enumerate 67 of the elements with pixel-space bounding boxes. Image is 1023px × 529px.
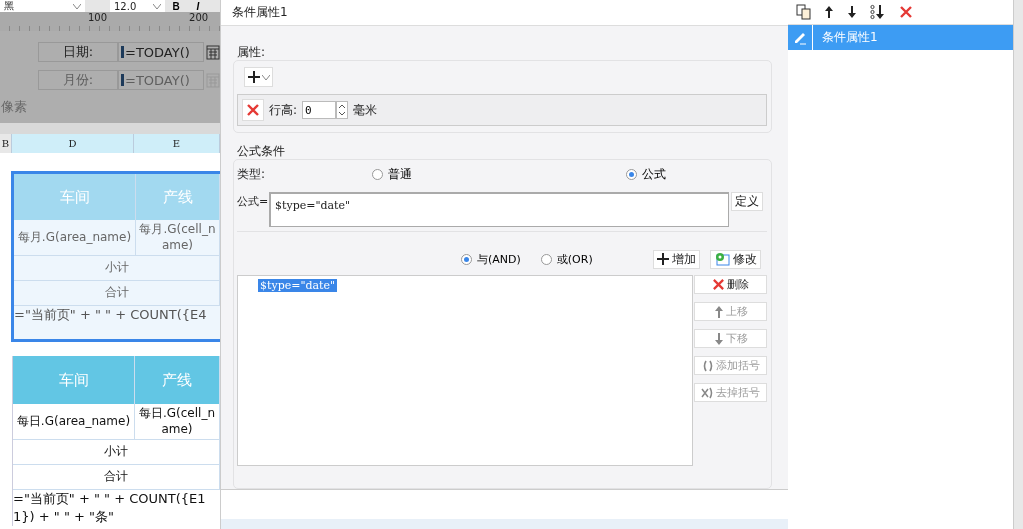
- parameter-label: 日期:: [38, 42, 118, 62]
- table-cell: 每日.G(cell_name): [135, 404, 220, 440]
- down-arrow-icon: [713, 331, 724, 346]
- delete-icon: [246, 103, 260, 117]
- caret-icon: [262, 74, 270, 80]
- move-to-bottom-icon[interactable]: [870, 4, 886, 20]
- add-property-button[interactable]: [244, 67, 273, 87]
- type-radio[interactable]: 普通: [372, 166, 626, 183]
- remove-brackets-icon: [701, 386, 714, 399]
- parameter-label: 月份:: [38, 70, 118, 90]
- delete-icon: [712, 278, 725, 291]
- parameter-field[interactable]: =TODAY(): [118, 42, 204, 62]
- formula-field[interactable]: $type="date": [269, 192, 729, 227]
- plus-icon: [247, 70, 261, 84]
- column-header[interactable]: D: [12, 134, 134, 153]
- logic-radio[interactable]: 或(OR): [540, 251, 593, 267]
- table-cell: 每月.G(area_name): [14, 220, 136, 256]
- header-cell: 产线: [135, 356, 220, 404]
- scrollbar[interactable]: [1014, 0, 1023, 529]
- caret-icon: [153, 3, 161, 9]
- row-height-field[interactable]: 0: [302, 101, 337, 119]
- formula-text: ="当前页" + " " + COUNT({E1: [13, 490, 207, 508]
- header-cell: 车间: [13, 356, 135, 404]
- section-legend: 属性:: [233, 46, 772, 58]
- modify-button[interactable]: 修改: [709, 249, 761, 269]
- table-cell: 每月.G(cell_name): [136, 220, 220, 256]
- dialog-title: 条件属性1: [221, 0, 788, 26]
- spinner-icon[interactable]: [336, 101, 349, 119]
- define-button[interactable]: 定义: [731, 192, 763, 211]
- delete-icon: [899, 5, 913, 19]
- formula-text: ="当前页" + " " + COUNT({E4: [14, 306, 208, 324]
- table-cell: 每日.G(area_name): [13, 404, 135, 440]
- up-arrow-icon: [713, 304, 724, 319]
- brackets-icon: [701, 359, 714, 372]
- down-arrow-icon: [847, 5, 857, 19]
- pencil-icon: [793, 30, 807, 45]
- subtotal-cell: 小计: [13, 440, 220, 465]
- ruler-label: 100: [88, 12, 108, 23]
- ruler-label: 200: [189, 12, 209, 23]
- font-select[interactable]: 黑: [0, 0, 85, 12]
- type-radio[interactable]: 公式: [626, 166, 767, 183]
- remove-property-button[interactable]: [242, 99, 264, 121]
- action-button[interactable]: 删除: [694, 275, 767, 294]
- total-cell: 合计: [14, 281, 220, 306]
- header-cell: 车间: [14, 174, 136, 220]
- caret-icon: [73, 3, 81, 9]
- copy-icon[interactable]: [796, 4, 811, 20]
- up-arrow-icon: [824, 5, 834, 19]
- unit-label: 像素: [0, 98, 28, 116]
- column-header[interactable]: B: [0, 134, 12, 153]
- section-legend: 公式条件: [233, 145, 772, 157]
- plus-icon: [656, 253, 669, 265]
- condition-item[interactable]: $type="date": [258, 279, 338, 292]
- add-button[interactable]: 增加: [652, 249, 700, 269]
- formula-text: 1}) + " " + "条": [13, 508, 115, 526]
- row-height-label: 行高:: [269, 101, 298, 119]
- total-cell: 合计: [13, 465, 220, 490]
- subtotal-cell: 小计: [14, 256, 220, 281]
- font-size-select[interactable]: 12.0: [110, 0, 165, 12]
- italic-button[interactable]: I: [187, 0, 209, 12]
- type-label: 类型:: [237, 166, 267, 183]
- calendar-icon[interactable]: [206, 44, 220, 60]
- bold-button[interactable]: B: [165, 0, 187, 12]
- formula-label: 公式=: [237, 194, 269, 209]
- header-cell: 产线: [136, 174, 220, 220]
- unit-label: 毫米: [353, 101, 378, 119]
- logic-radio[interactable]: 与(AND): [461, 251, 521, 267]
